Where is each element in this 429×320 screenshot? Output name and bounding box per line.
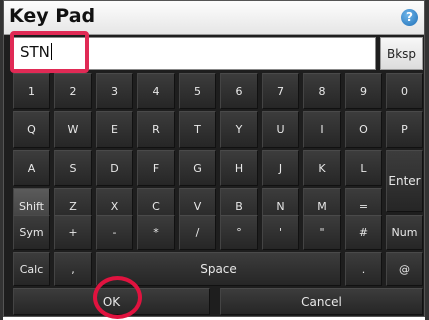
key-p[interactable]: P — [386, 111, 423, 148]
key-7[interactable]: 7 — [262, 73, 299, 109]
key-slash[interactable]: / — [179, 215, 216, 250]
dialog-title: Key Pad — [9, 5, 96, 27]
key-8[interactable]: 8 — [303, 73, 341, 109]
key-s[interactable]: S — [54, 150, 92, 186]
backspace-key[interactable]: Bksp — [380, 37, 423, 70]
right-edge — [425, 0, 429, 320]
key-period[interactable]: . — [345, 252, 382, 286]
key-6[interactable]: 6 — [220, 73, 258, 109]
key-u[interactable]: U — [262, 111, 299, 148]
key-w[interactable]: W — [54, 111, 92, 148]
key-2[interactable]: 2 — [54, 73, 92, 109]
key-g[interactable]: G — [179, 150, 216, 186]
key-0[interactable]: 0 — [386, 73, 423, 109]
key-plus[interactable]: + — [54, 215, 92, 250]
key-h[interactable]: H — [220, 150, 258, 186]
key-i[interactable]: I — [303, 111, 341, 148]
key-5[interactable]: 5 — [179, 73, 216, 109]
key-d[interactable]: D — [96, 150, 133, 186]
key-j[interactable]: J — [262, 150, 299, 186]
enter-key[interactable]: Enter — [386, 150, 423, 212]
key-q[interactable]: Q — [13, 111, 50, 148]
key-l[interactable]: L — [345, 150, 382, 186]
key-quote[interactable]: " — [303, 215, 341, 250]
cancel-button[interactable]: Cancel — [220, 288, 423, 315]
key-3[interactable]: 3 — [96, 73, 133, 109]
num-key[interactable]: Num — [386, 215, 423, 250]
key-comma[interactable]: , — [54, 252, 92, 286]
key-4[interactable]: 4 — [137, 73, 175, 109]
ok-highlight-circle — [93, 276, 142, 319]
help-icon[interactable]: ? — [401, 9, 418, 26]
key-a[interactable]: A — [13, 150, 50, 186]
key-k[interactable]: K — [303, 150, 341, 186]
key-degree[interactable]: ° — [220, 215, 258, 250]
key-at[interactable]: @ — [386, 252, 423, 286]
key-9[interactable]: 9 — [345, 73, 382, 109]
input-highlight — [10, 31, 89, 73]
key-1[interactable]: 1 — [13, 73, 50, 109]
key-hash[interactable]: # — [345, 215, 382, 250]
key-t[interactable]: T — [179, 111, 216, 148]
key-apostrophe[interactable]: ' — [262, 215, 299, 250]
key-y[interactable]: Y — [220, 111, 258, 148]
key-f[interactable]: F — [137, 150, 175, 186]
sym-key[interactable]: Sym — [13, 215, 50, 250]
title-bar: Key Pad ? — [4, 1, 424, 35]
key-asterisk[interactable]: * — [137, 215, 175, 250]
calc-key[interactable]: Calc — [13, 252, 50, 286]
key-o[interactable]: O — [345, 111, 382, 148]
key-minus[interactable]: - — [96, 215, 133, 250]
key-e[interactable]: E — [96, 111, 133, 148]
key-r[interactable]: R — [137, 111, 175, 148]
